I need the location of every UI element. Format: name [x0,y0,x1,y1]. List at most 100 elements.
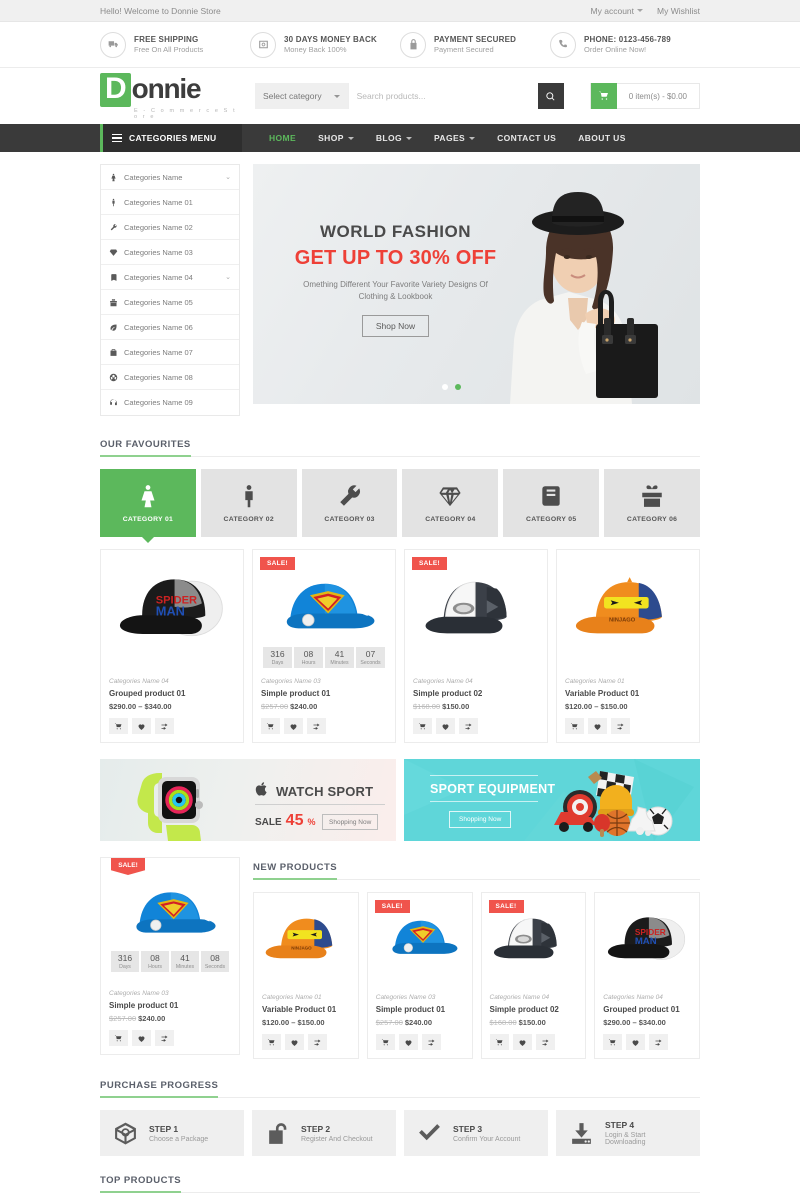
add-to-cart-button[interactable] [603,1034,623,1050]
purchase-step-2[interactable]: STEP 2 Register And Checkout [252,1110,396,1156]
promo-shopping-now-button[interactable]: Shopping Now [322,814,379,830]
my-wishlist-link[interactable]: My Wishlist [657,6,700,16]
search-input[interactable] [347,83,538,109]
category-tab-02[interactable]: CATEGORY 02 [200,469,297,537]
add-to-cart-button[interactable] [565,718,584,734]
add-to-cart-button[interactable] [261,718,280,734]
category-tab-04[interactable]: CATEGORY 04 [402,469,499,537]
categories-sidebar: Categories Name ⌄ Categories Name 01 Cat… [100,164,240,416]
sidebar-item-label: Categories Name 09 [124,398,193,407]
add-to-cart-button[interactable] [262,1034,281,1050]
product-card[interactable]: SALE! Categories Name 04 Simple product … [404,549,548,743]
select-category-dropdown[interactable]: Select category [255,83,348,109]
category-tab-06[interactable]: CATEGORY 06 [604,469,700,537]
male-icon [245,485,253,508]
slider-dot-2[interactable] [454,384,461,390]
nav-item-contact-us[interactable]: CONTACT US [486,133,567,143]
logo-text: onnie [131,72,202,104]
promo-title-row: WATCH SPORT [255,781,373,802]
cart-button[interactable]: 0 item(s) - $0.00 [589,83,700,109]
product-card[interactable]: SALE! Categ [480,892,587,1059]
add-to-wishlist-button[interactable] [132,1030,151,1046]
add-to-wishlist-button[interactable] [588,718,607,734]
sidebar-item-categories-name-03[interactable]: Categories Name 03 [101,240,239,265]
sidebar-item-categories-name-08[interactable]: Categories Name 08 [101,365,239,390]
product-name[interactable]: Grouped product 01 [603,1005,691,1014]
service-sub: Payment Secured [434,45,494,54]
product-card[interactable]: SALE! Categ [366,892,473,1059]
category-tab-01[interactable]: CATEGORY 01 [100,469,196,543]
price-old: $168.00 [413,702,441,711]
shop-now-button[interactable]: Shop Now [361,315,430,337]
nav-item-about-us[interactable]: ABOUT US [567,133,637,143]
sidebar-item-categories-name-02[interactable]: Categories Name 02 [101,215,239,240]
countdown-label: Minutes [330,660,349,666]
compare-button[interactable] [308,1034,327,1050]
slider-dot-1[interactable] [441,384,448,390]
sidebar-item-categories-name-05[interactable]: Categories Name 05 [101,290,239,315]
sidebar-item-categories-name[interactable]: Categories Name ⌄ [101,165,239,190]
promo-watch-sport[interactable]: WATCH SPORT SALE 45 % Shopping Now [100,759,396,841]
product-name[interactable]: Simple product 01 [261,689,387,698]
product-card[interactable]: SPIDER MAN Categories Name 04 Grouped pr… [594,892,700,1059]
promo-shopping-now-button[interactable]: Shopping Now [449,811,512,828]
add-to-cart-button[interactable] [375,1034,395,1050]
add-to-cart-button[interactable] [413,718,432,734]
add-to-cart-button[interactable] [109,1030,128,1046]
compare-button[interactable] [155,718,174,734]
search-button[interactable] [537,83,564,109]
sidebar-item-categories-name-06[interactable]: Categories Name 06 [101,315,239,340]
add-to-wishlist-button[interactable] [398,1034,418,1050]
add-to-wishlist-button[interactable] [132,718,151,734]
promo-sport-equipment[interactable]: SPORT EQUIPMENT Shopping Now [404,759,700,841]
product-name[interactable]: Simple product 02 [490,1005,578,1014]
sidebar-item-categories-name-01[interactable]: Categories Name 01 [101,190,239,215]
compare-button[interactable] [421,1034,441,1050]
nav-item-home[interactable]: HOME [258,133,307,143]
purchase-step-4[interactable]: STEP 4 Login & Start Downloading [556,1110,700,1156]
nav-item-shop[interactable]: SHOP [307,133,365,143]
product-name[interactable]: Variable Product 01 [262,1005,350,1014]
sidebar-item-categories-name-09[interactable]: Categories Name 09 [101,390,239,415]
gift-icon [642,485,662,507]
promo-divider-top [430,775,538,776]
compare-button[interactable] [307,718,326,734]
compare-button[interactable] [535,1034,555,1050]
product-name[interactable]: Grouped product 01 [109,689,235,698]
site-logo[interactable]: D onnie E - C o m m e r c e S t o r e [100,72,245,120]
sidebar-item-categories-name-07[interactable]: Categories Name 07 [101,340,239,365]
product-card[interactable]: NINJAGO Categories Name 01 Variable Prod… [253,892,359,1059]
add-to-wishlist-button[interactable] [284,718,303,734]
category-tab-03[interactable]: CATEGORY 03 [301,469,398,537]
nav-item-blog[interactable]: BLOG [365,133,423,143]
add-to-wishlist-button[interactable] [626,1034,646,1050]
service-money-back: 30 DAYS MONEY BACK Money Back 100% [250,31,400,58]
add-to-wishlist-button[interactable] [436,718,455,734]
compare-button[interactable] [155,1030,174,1046]
add-to-wishlist-button[interactable] [285,1034,304,1050]
compare-button[interactable] [611,718,630,734]
featured-product-card[interactable]: SALE! 316 Days 08 Hours 41 Minutes 08 Se… [100,857,240,1055]
service-title: PAYMENT SECURED [434,35,517,44]
purchase-step-3[interactable]: STEP 3 Confirm Your Account [404,1110,548,1156]
product-actions [413,718,539,734]
product-card[interactable]: SPIDER MAN Categories Name 04 Grouped pr… [100,549,244,743]
product-card[interactable]: NINJAGO Categories Name 01 Variable Prod… [556,549,700,743]
add-to-cart-button[interactable] [489,1034,509,1050]
category-tab-05[interactable]: CATEGORY 05 [503,469,600,537]
product-name[interactable]: Simple product 02 [413,689,539,698]
nav-item-pages[interactable]: PAGES [423,133,486,143]
categories-menu-button[interactable]: CATEGORIES MENU [100,124,242,152]
sidebar-item-categories-name-04[interactable]: Categories Name 04 ⌄ [101,265,239,290]
product-card[interactable]: SALE! 316 Days 08 Hours 41 Minutes 07 Se… [252,549,396,743]
compare-button[interactable] [459,718,478,734]
add-to-cart-button[interactable] [109,718,128,734]
add-to-wishlist-button[interactable] [512,1034,532,1050]
product-name[interactable]: Simple product 01 [376,1005,464,1014]
purchase-step-1[interactable]: STEP 1 Choose a Package [100,1110,244,1156]
compare-button[interactable] [649,1034,669,1050]
my-account-link[interactable]: My account [591,6,644,16]
section-title: NEW PRODUCTS [253,862,338,880]
product-name[interactable]: Variable Product 01 [565,689,691,698]
product-name[interactable]: Simple product 01 [109,1001,231,1010]
